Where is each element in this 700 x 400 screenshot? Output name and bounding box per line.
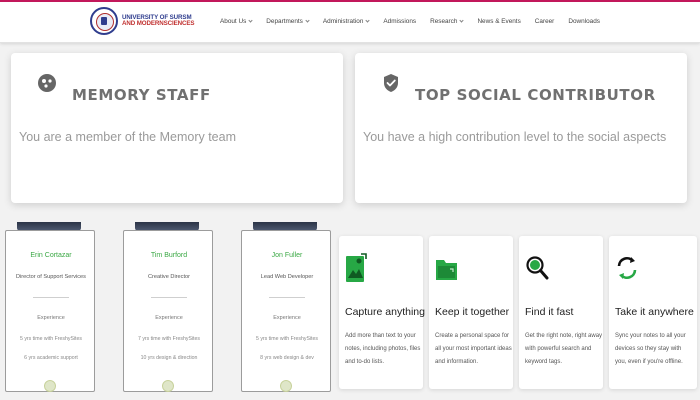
feature-description: Get the right note, right away with powe… [525, 333, 603, 365]
feature-title: Capture anything [345, 306, 425, 318]
divider [151, 297, 187, 298]
nav-label: Research [430, 18, 458, 25]
staff-card: Jon Fuller Lead Web Developer Experience… [241, 222, 333, 400]
feature-title: Find it fast [525, 306, 574, 318]
nav-news-events[interactable]: News & Events [477, 18, 520, 25]
feature-description: Sync your notes to all your devices so t… [615, 333, 686, 365]
staff-experience-label: Experience [155, 315, 183, 321]
badge-card-top-social-contributor: TOP SOCIAL CONTRIBUTOR You have a high c… [355, 53, 687, 203]
badge-description: You are a member of the Memory team [19, 130, 236, 144]
nav-label: Downloads [568, 18, 600, 25]
staff-experience-line: 6 yrs academic support [24, 355, 78, 361]
badge-title: TOP SOCIAL CONTRIBUTOR [415, 86, 656, 104]
chevron-down-icon [459, 18, 465, 23]
staff-experience-label: Experience [37, 315, 65, 321]
nav-label: Admissions [383, 18, 417, 25]
memory-icon [38, 74, 56, 92]
staff-card-body: Tim Burford Creative Director Experience… [123, 230, 213, 392]
feature-card-capture: Capture anything Add more than text to y… [339, 236, 425, 389]
badge-title: MEMORY STAFF [72, 86, 211, 104]
badge-description: You have a high contribution level to th… [363, 130, 667, 144]
divider [269, 297, 305, 298]
staff-name: Tim Burford [150, 252, 188, 259]
nav-about-us[interactable]: About Us [220, 18, 253, 25]
staff-experience-label: Experience [273, 315, 301, 321]
staff-card-body: Jon Fuller Lead Web Developer Experience… [241, 230, 331, 392]
staff-toggle-dot[interactable] [280, 380, 292, 392]
staff-role: Director of Support Services [16, 274, 86, 280]
top-navigation-bar: UNIVERSITY OF SURSM AND MODERNSCIENCES A… [0, 0, 700, 43]
staff-card-body: Erin Cortazar Director of Support Servic… [5, 230, 95, 392]
nav-career[interactable]: Career [535, 18, 555, 25]
nav-label: Departments [266, 18, 303, 25]
staff-experience-line: 7 yrs time with FreshySites [138, 336, 200, 342]
staff-experience-line: 8 yrs web design & dev [260, 355, 314, 361]
nav-administration[interactable]: Administration [322, 18, 371, 25]
image-note-icon [346, 253, 367, 282]
university-seal-icon [90, 7, 118, 35]
feature-card-keep: Keep it together Create a personal space… [429, 236, 513, 389]
nav-research[interactable]: Research [430, 18, 465, 25]
logo-line-2: AND MODERNSCIENCES [122, 20, 195, 27]
staff-experience-line: 5 yrs time with FreshySites [256, 336, 318, 342]
nav-label: Career [534, 18, 555, 25]
logo-text: UNIVERSITY OF SURSM AND MODERNSCIENCES [122, 14, 195, 28]
main-nav: About Us Departments Administration Admi… [216, 0, 600, 43]
staff-toggle-dot[interactable] [162, 380, 174, 392]
staff-card: Erin Cortazar Director of Support Servic… [5, 222, 97, 400]
staff-role: Lead Web Developer [260, 274, 314, 280]
staff-role: Creative Director [148, 274, 190, 280]
feature-card-find: Find it fast Get the right note, right a… [519, 236, 603, 389]
feature-title: Take it anywhere [615, 306, 694, 318]
chevron-down-icon [305, 18, 310, 23]
shield-check-icon [384, 74, 398, 92]
folder-icon [436, 260, 457, 280]
chevron-down-icon [365, 18, 371, 23]
nav-label: News & Events [477, 18, 521, 25]
staff-toggle-dot[interactable] [44, 380, 56, 392]
staff-name: Jon Fuller [271, 252, 303, 259]
search-icon [526, 256, 549, 280]
chevron-down-icon [248, 18, 253, 23]
staff-card: Tim Burford Creative Director Experience… [123, 222, 215, 400]
feature-title: Keep it together [435, 306, 510, 318]
nav-label: About Us [220, 18, 247, 25]
staff-name: Erin Cortazar [30, 252, 72, 259]
nav-departments[interactable]: Departments [266, 18, 310, 25]
divider [33, 297, 69, 298]
nav-label: Administration [322, 18, 364, 25]
nav-downloads[interactable]: Downloads [568, 18, 600, 25]
staff-experience-line: 10 yrs design & direction [140, 355, 198, 361]
university-logo[interactable]: UNIVERSITY OF SURSM AND MODERNSCIENCES [90, 7, 210, 35]
feature-description: Add more than text to your notes, includ… [345, 333, 421, 365]
staff-experience-line: 5 yrs time with FreshySites [20, 336, 82, 342]
feature-card-take: Take it anywhere Sync your notes to all … [609, 236, 697, 389]
nav-admissions[interactable]: Admissions [383, 18, 416, 25]
badge-card-memory-staff: MEMORY STAFF You are a member of the Mem… [11, 53, 343, 203]
sync-icon [617, 257, 637, 279]
feature-description: Create a personal space for all your mos… [435, 333, 512, 365]
